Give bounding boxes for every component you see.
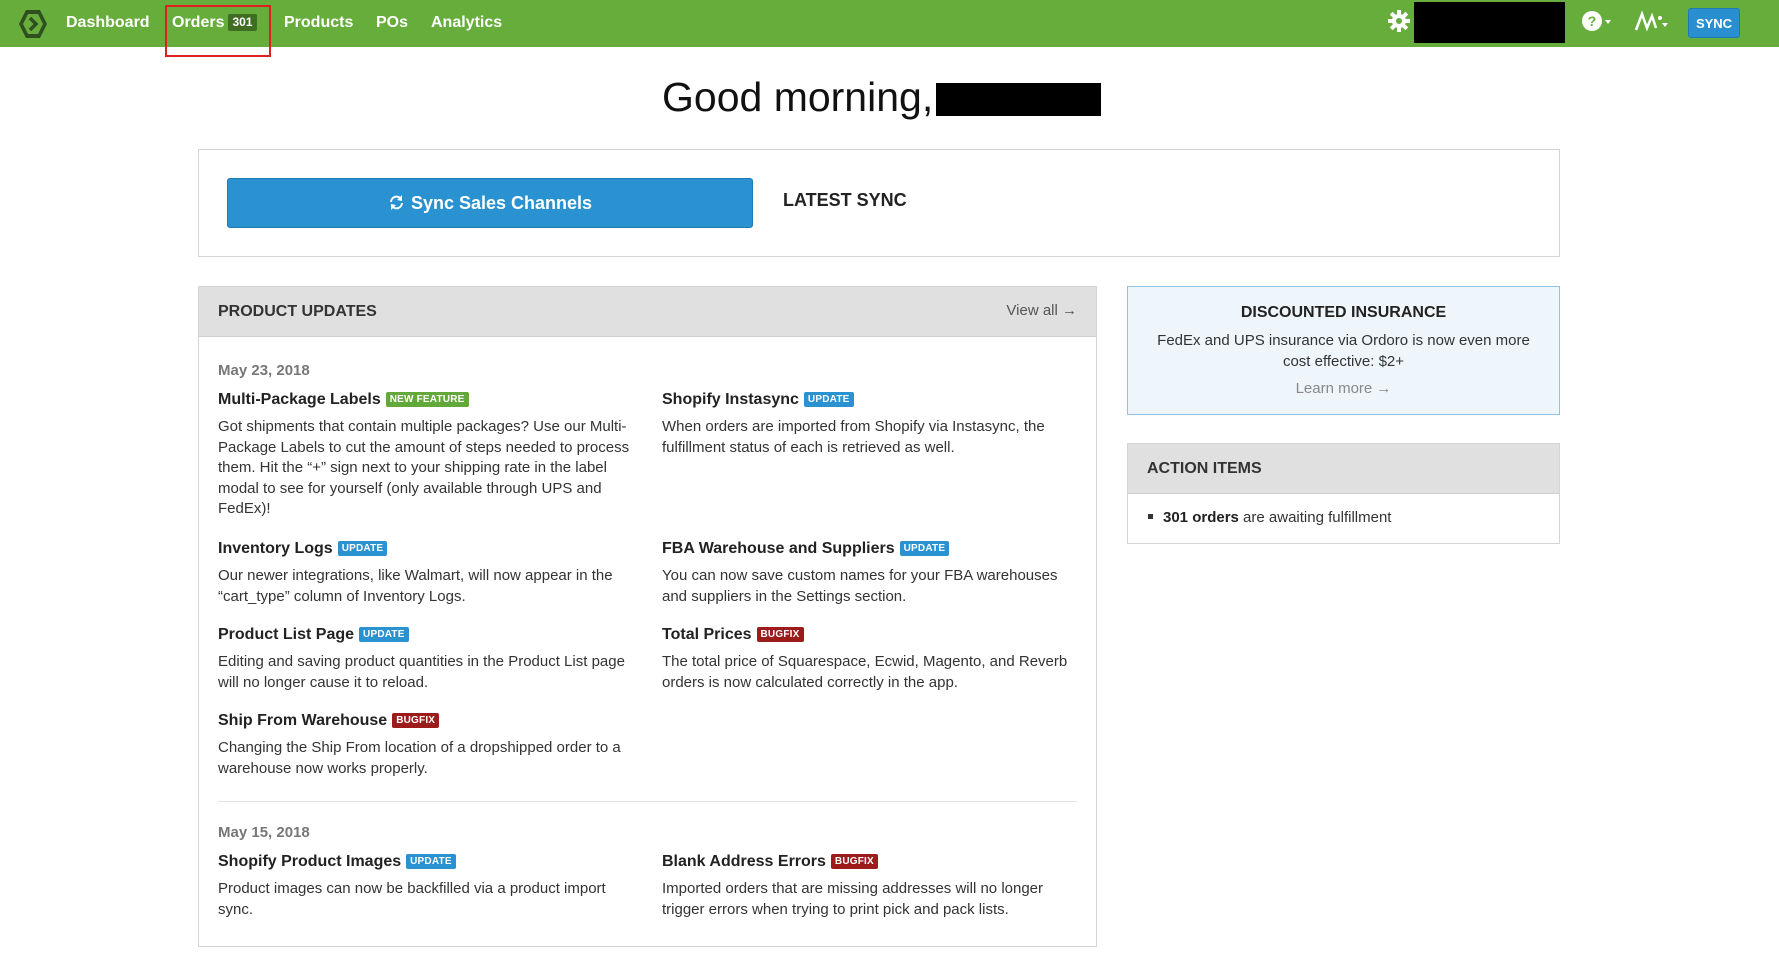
update-tag: UPDATE: [337, 541, 388, 556]
sync-sales-channels-label: Sync Sales Channels: [410, 193, 593, 213]
learn-more-link[interactable]: Learn more →: [1128, 380, 1559, 397]
sync-button[interactable]: SYNC: [1688, 8, 1740, 38]
update-title-text: Inventory Logs: [218, 540, 333, 557]
product-updates-header: PRODUCT UPDATES View all →: [199, 287, 1096, 337]
update-title-text: Total Prices: [662, 626, 752, 643]
awaiting-orders-link[interactable]: 301 orders: [1163, 509, 1239, 526]
update-entry-body: The total price of Squarespace, Ecwid, M…: [662, 653, 1068, 691]
bugfix-tag: BUGFIX: [756, 627, 804, 642]
update-title-text: Shopify Product Images: [218, 853, 402, 870]
update-entry-body: Our newer integrations, like Walmart, wi…: [218, 567, 613, 605]
nav-dashboard[interactable]: Dashboard: [66, 0, 150, 47]
redacted-username: [1414, 2, 1565, 43]
new-feature-tag: NEW FEATURE: [385, 392, 469, 407]
update-entry-title: Shopify Instasync UPDATE: [662, 390, 1082, 410]
nav-pos[interactable]: POs: [376, 0, 408, 47]
update-title-text: FBA Warehouse and Suppliers: [662, 540, 895, 557]
update-entry-title: FBA Warehouse and Suppliers UPDATE: [662, 539, 1082, 559]
update-tag: UPDATE: [899, 541, 950, 556]
product-updates-title: PRODUCT UPDATES: [218, 303, 377, 320]
update-entry: Product List Page UPDATE Editing and savi…: [218, 625, 638, 693]
update-entry-body: Editing and saving product quantities in…: [218, 653, 625, 691]
update-tag: UPDATE: [803, 392, 854, 407]
help-icon[interactable]: ?: [1580, 8, 1614, 38]
greeting-heading: Good morning,: [662, 74, 933, 121]
nav-pos-label: POs: [376, 14, 409, 31]
greeting-text: Good morning,: [662, 74, 934, 120]
bullet-icon: [1148, 514, 1153, 519]
ordoro-logo-icon[interactable]: [18, 9, 48, 39]
action-item-text: are awaiting fulfillment: [1238, 509, 1392, 526]
update-entry-body: Changing the Ship From location of a dro…: [218, 739, 621, 777]
update-entry-body: Got shipments that contain multiple pack…: [218, 418, 630, 517]
update-entry: FBA Warehouse and Suppliers UPDATE You ca…: [662, 539, 1082, 607]
product-updates-panel: PRODUCT UPDATES View all → May 23, 2018 …: [198, 286, 1097, 947]
action-items-header: ACTION ITEMS: [1128, 444, 1559, 494]
update-entry-body: You can now save custom names for your F…: [662, 567, 1058, 605]
sync-panel: Sync Sales Channels LATEST SYNC: [198, 149, 1560, 257]
bugfix-tag: BUGFIX: [392, 713, 440, 728]
date-divider: [218, 801, 1077, 802]
activity-icon[interactable]: [1634, 8, 1670, 38]
action-item: 301 orders are awaiting fulfillment: [1148, 509, 1391, 526]
update-date: May 23, 2018: [218, 362, 310, 379]
action-items-panel: ACTION ITEMS 301 orders are awaiting ful…: [1127, 443, 1560, 544]
nav-analytics-label: Analytics: [431, 14, 503, 31]
update-tag: UPDATE: [406, 854, 456, 869]
update-entry-title: Total Prices BUGFIX: [662, 625, 1082, 645]
update-date: May 15, 2018: [218, 824, 310, 841]
nav-products[interactable]: Products: [284, 0, 353, 47]
insurance-body: FedEx and UPS insurance via Ordoro is no…: [1157, 332, 1530, 370]
svg-text:?: ?: [1588, 13, 1597, 29]
bugfix-tag: BUGFIX: [830, 854, 878, 869]
update-entry: Inventory Logs UPDATE Our newer integrati…: [218, 539, 638, 607]
gear-icon[interactable]: [1387, 8, 1411, 38]
update-title-text: Ship From Warehouse: [218, 712, 388, 729]
update-entry-body: Imported orders that are missing address…: [662, 880, 1044, 918]
update-entry: Shopify Product Images UPDATE Product ima…: [218, 852, 638, 920]
update-tag: UPDATE: [359, 627, 409, 642]
update-entry: Total Prices BUGFIX The total price of Sq…: [662, 625, 1082, 693]
nav-dashboard-label: Dashboard: [66, 14, 150, 31]
view-all-link[interactable]: View all →: [1006, 302, 1077, 319]
orders-highlight-box: [165, 5, 271, 57]
update-entry-body: Product images can now be backfilled via…: [218, 880, 606, 918]
nav-products-label: Products: [284, 14, 354, 31]
update-entry: Multi-Package Labels NEW FEATURE Got ship…: [218, 390, 638, 520]
update-entry-title: Blank Address Errors BUGFIX: [662, 852, 1082, 872]
update-entry-title: Inventory Logs UPDATE: [218, 539, 638, 559]
update-entry-title: Multi-Package Labels NEW FEATURE: [218, 390, 638, 410]
update-entry: Shopify Instasync UPDATE When orders are …: [662, 390, 1082, 458]
update-title-text: Product List Page: [218, 626, 355, 643]
update-entry-title: Product List Page UPDATE: [218, 625, 638, 645]
update-entry-body: When orders are imported from Shopify vi…: [662, 418, 1045, 456]
action-items-title: ACTION ITEMS: [1147, 460, 1262, 477]
latest-sync-label: LATEST SYNC: [783, 190, 907, 210]
update-title-text: Multi-Package Labels: [218, 391, 381, 408]
sync-sales-channels-button[interactable]: Sync Sales Channels: [227, 178, 753, 228]
insurance-panel: DISCOUNTED INSURANCE FedEx and UPS insur…: [1127, 286, 1560, 415]
nav-analytics[interactable]: Analytics: [431, 0, 502, 47]
update-entry: Blank Address Errors BUGFIX Imported orde…: [662, 852, 1082, 920]
update-entry-title: Ship From Warehouse BUGFIX: [218, 711, 638, 731]
update-title-text: Blank Address Errors: [662, 853, 826, 870]
insurance-title: DISCOUNTED INSURANCE: [1240, 304, 1447, 321]
redacted-user-name: [936, 83, 1101, 116]
update-entry-title: Shopify Product Images UPDATE: [218, 852, 638, 872]
update-title-text: Shopify Instasync: [662, 391, 799, 408]
refresh-icon: [389, 195, 403, 210]
update-entry: Ship From Warehouse BUGFIX Changing the S…: [218, 711, 638, 779]
